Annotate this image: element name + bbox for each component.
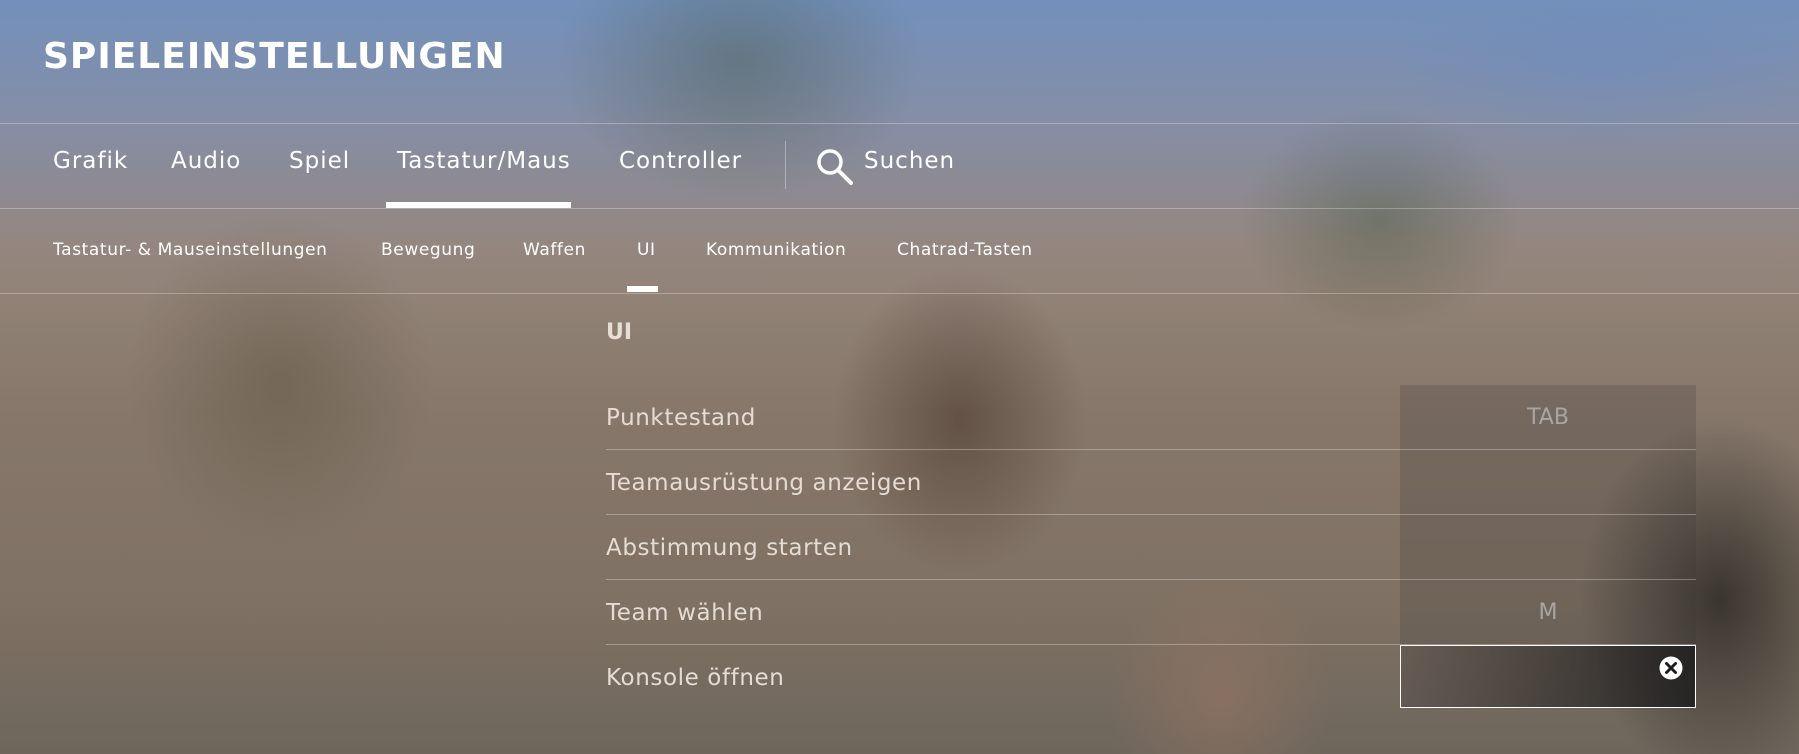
subtab-chatrad-tasten[interactable]: Chatrad-Tasten xyxy=(897,240,1033,260)
key-binding-input[interactable] xyxy=(1400,645,1696,708)
subtab-ui[interactable]: UI xyxy=(637,240,656,260)
binding-key[interactable]: TAB xyxy=(1400,405,1696,430)
search-button[interactable]: Suchen xyxy=(864,148,955,174)
binding-row[interactable]: Abstimmung starten xyxy=(606,515,1696,579)
binding-row[interactable]: Teamausrüstung anzeigen xyxy=(606,450,1696,514)
subtabs-divider xyxy=(0,293,1799,294)
tab-grafik[interactable]: Grafik xyxy=(53,148,128,174)
page-title: SPIELEINSTELLUNGEN xyxy=(43,36,506,77)
header-divider xyxy=(0,123,1799,124)
tab-audio[interactable]: Audio xyxy=(171,148,241,174)
binding-label: Punktestand xyxy=(606,405,756,431)
subtab-waffen[interactable]: Waffen xyxy=(523,240,586,260)
subtab-bewegung[interactable]: Bewegung xyxy=(381,240,475,260)
binding-label: Team wählen xyxy=(606,600,764,626)
binding-label: Abstimmung starten xyxy=(606,535,853,561)
tabs-divider xyxy=(0,208,1799,209)
binding-key[interactable]: M xyxy=(1400,600,1696,625)
tab-separator xyxy=(785,141,786,189)
tab-controller[interactable]: Controller xyxy=(619,148,742,174)
binding-row[interactable]: Team wählen M xyxy=(606,580,1696,644)
active-subtab-indicator xyxy=(627,286,658,292)
subtab-kommunikation[interactable]: Kommunikation xyxy=(706,240,846,260)
binding-row[interactable]: Punktestand TAB xyxy=(606,385,1696,449)
search-icon[interactable] xyxy=(816,148,854,186)
section-title: UI xyxy=(606,320,633,345)
subtab-tastatur-mauseinstellungen[interactable]: Tastatur- & Mauseinstellungen xyxy=(53,240,328,260)
tab-spiel[interactable]: Spiel xyxy=(289,148,350,174)
binding-label: Konsole öffnen xyxy=(606,665,785,691)
binding-label: Teamausrüstung anzeigen xyxy=(606,470,922,496)
tab-tastatur-maus[interactable]: Tastatur/Maus xyxy=(397,148,571,174)
clear-binding-icon[interactable] xyxy=(1659,656,1683,680)
